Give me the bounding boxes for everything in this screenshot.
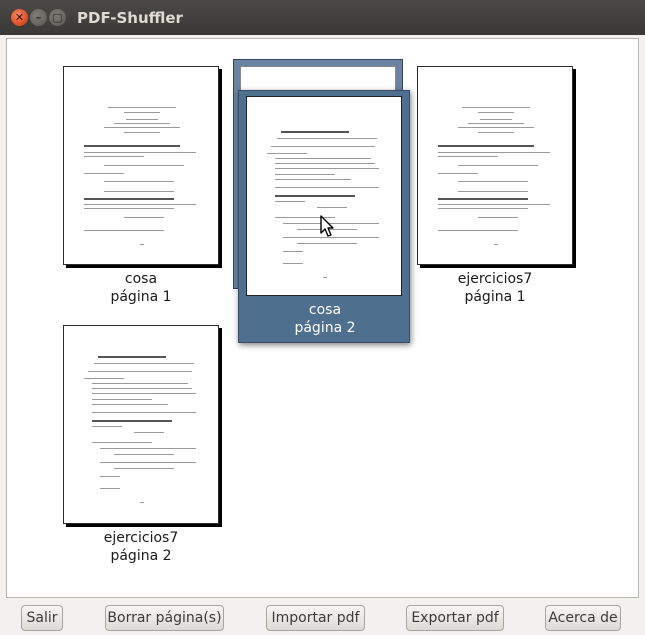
delete-pages-button[interactable]: Borrar página(s): [105, 605, 224, 631]
page-file-name: ejercicios7: [457, 271, 533, 287]
page-preview[interactable]: [246, 96, 402, 296]
import-pdf-button[interactable]: Importar pdf: [266, 605, 365, 631]
page-caption: cosa página 1: [47, 270, 235, 306]
quit-button[interactable]: Salir: [21, 605, 63, 631]
page-preview[interactable]: [63, 325, 219, 524]
page-number-label: página 2: [110, 548, 172, 564]
page-preview[interactable]: [417, 66, 573, 265]
export-pdf-button[interactable]: Exportar pdf: [406, 605, 504, 631]
title-bar[interactable]: ✕ – ▢ PDF-Shuffler: [0, 0, 645, 35]
page-file-name: cosa: [124, 271, 158, 287]
maximize-window-button[interactable]: ▢: [49, 9, 66, 26]
button-bar: Salir Borrar página(s) Importar pdf Expo…: [0, 601, 645, 635]
page-file-name: cosa: [308, 302, 342, 318]
page-preview[interactable]: [63, 66, 219, 265]
page-number-label: página 2: [294, 320, 356, 336]
page-caption: ejercicios7 página 1: [401, 270, 589, 306]
window-title: PDF-Shuffler: [77, 9, 183, 27]
page-number-label: página 1: [110, 289, 172, 305]
page-grid[interactable]: cosa página 1 cosa página 2 ejercicios7 …: [6, 38, 639, 598]
mouse-cursor-icon: [320, 215, 334, 237]
app-window: ✕ – ▢ PDF-Shuffler cosa página 1 cosa pá…: [0, 0, 645, 635]
minimize-window-button[interactable]: –: [30, 9, 47, 26]
page-number-label: página 1: [464, 289, 526, 305]
page-caption: ejercicios7 página 2: [47, 529, 235, 565]
about-button[interactable]: Acerca de: [545, 605, 621, 631]
page-caption: cosa página 2: [239, 301, 411, 337]
page-file-name: ejercicios7: [103, 530, 179, 546]
minimize-icon: –: [35, 11, 42, 24]
close-icon: ✕: [14, 11, 25, 24]
maximize-icon: ▢: [52, 11, 63, 24]
close-window-button[interactable]: ✕: [11, 9, 28, 26]
